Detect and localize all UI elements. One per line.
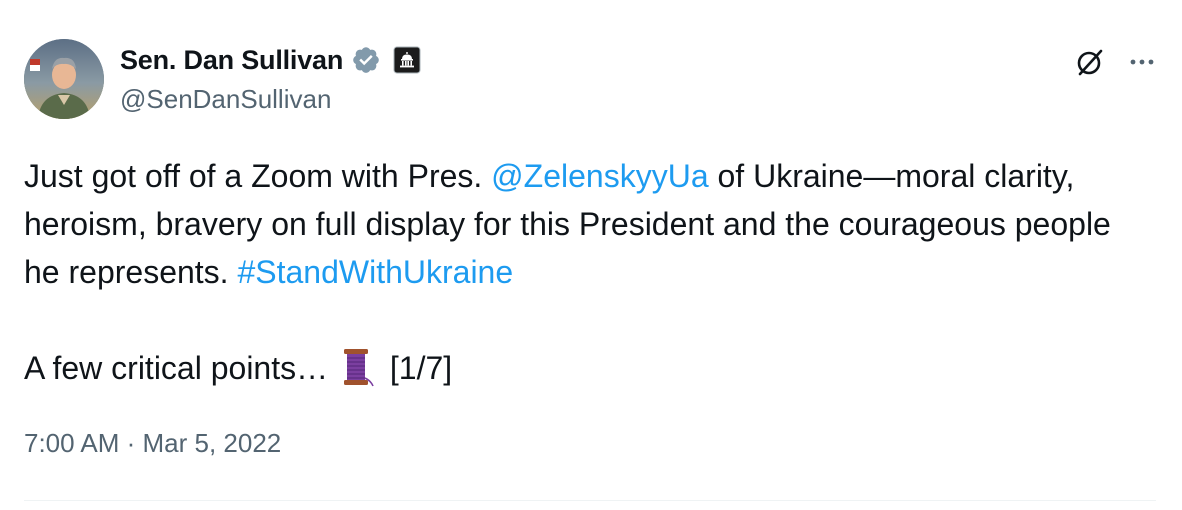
tweet-text-part: Just got off of a Zoom with Pres.	[24, 158, 492, 194]
author-name-row: Sen. Dan Sullivan	[120, 43, 421, 77]
more-dots-icon[interactable]	[1128, 48, 1156, 76]
mention-link[interactable]: @ZelenskyyUa	[491, 158, 708, 194]
tweet-text: Just got off of a Zoom with Pres. @Zelen…	[24, 152, 1134, 392]
author-display-name[interactable]: Sen. Dan Sullivan	[120, 45, 343, 76]
author-handle[interactable]: @SenDanSullivan	[120, 84, 331, 115]
verified-badge-icon[interactable]	[351, 45, 381, 75]
tweet-paragraph-2: A few critical points… [1/7]	[24, 344, 1134, 392]
tweet-timestamp[interactable]: 7:00 AM · Mar 5, 2022	[24, 428, 281, 459]
tweet-text-part: [1/7]	[381, 350, 453, 386]
avatar-image	[24, 39, 104, 119]
tweet-card: Sen. Dan Sullivan @SenDanSullivan Just g…	[0, 0, 1182, 510]
capitol-building-icon[interactable]	[393, 46, 421, 74]
tweet-actions-top	[1072, 44, 1156, 80]
spool-of-thread-icon	[341, 347, 375, 387]
hashtag-link[interactable]: #StandWithUkraine	[237, 254, 513, 290]
grok-icon[interactable]	[1072, 44, 1108, 80]
divider	[24, 500, 1156, 501]
tweet-paragraph-1: Just got off of a Zoom with Pres. @Zelen…	[24, 152, 1134, 296]
tweet-text-part: A few critical points…	[24, 350, 337, 386]
avatar[interactable]	[24, 39, 104, 119]
